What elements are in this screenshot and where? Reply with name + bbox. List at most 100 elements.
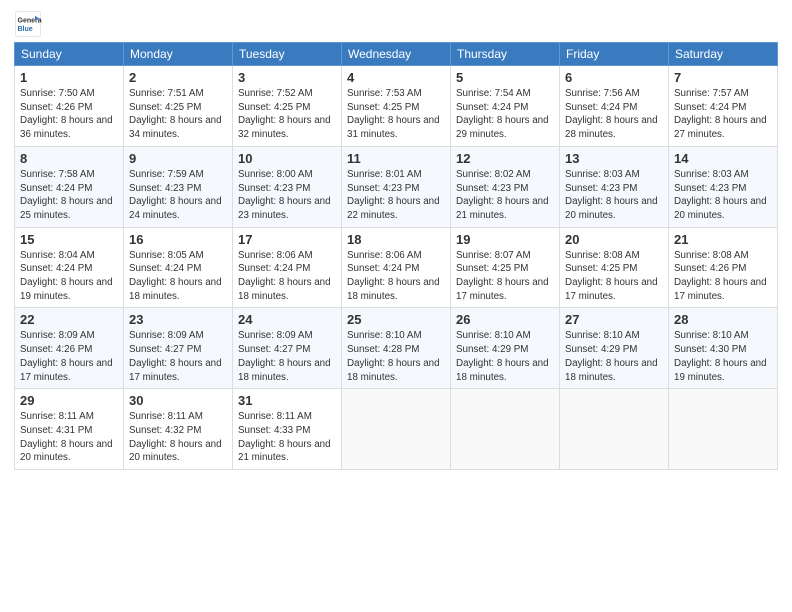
calendar-cell: 27 Sunrise: 8:10 AMSunset: 4:29 PMDayligh…	[560, 308, 669, 389]
day-info: Sunrise: 8:10 AMSunset: 4:29 PMDaylight:…	[456, 329, 554, 384]
calendar-cell: 30 Sunrise: 8:11 AMSunset: 4:32 PMDayligh…	[124, 389, 233, 470]
calendar-cell: 2 Sunrise: 7:51 AMSunset: 4:25 PMDaylight…	[124, 66, 233, 147]
day-number: 1	[20, 70, 118, 85]
calendar-cell: 5 Sunrise: 7:54 AMSunset: 4:24 PMDaylight…	[451, 66, 560, 147]
day-number: 20	[565, 232, 663, 247]
day-number: 24	[238, 312, 336, 327]
day-info: Sunrise: 8:05 AMSunset: 4:24 PMDaylight:…	[129, 249, 227, 304]
calendar-cell: 14 Sunrise: 8:03 AMSunset: 4:23 PMDayligh…	[669, 146, 778, 227]
day-number: 31	[238, 393, 336, 408]
svg-text:Blue: Blue	[18, 26, 33, 33]
day-info: Sunrise: 7:52 AMSunset: 4:25 PMDaylight:…	[238, 87, 336, 142]
day-header-sunday: Sunday	[15, 43, 124, 66]
calendar-cell: 19 Sunrise: 8:07 AMSunset: 4:25 PMDayligh…	[451, 227, 560, 308]
calendar-cell: 6 Sunrise: 7:56 AMSunset: 4:24 PMDaylight…	[560, 66, 669, 147]
day-info: Sunrise: 8:04 AMSunset: 4:24 PMDaylight:…	[20, 249, 118, 304]
calendar-cell: 28 Sunrise: 8:10 AMSunset: 4:30 PMDayligh…	[669, 308, 778, 389]
header: General Blue	[14, 10, 778, 38]
day-info: Sunrise: 8:11 AMSunset: 4:32 PMDaylight:…	[129, 410, 227, 465]
day-number: 17	[238, 232, 336, 247]
logo: General Blue	[14, 10, 42, 38]
day-info: Sunrise: 8:08 AMSunset: 4:25 PMDaylight:…	[565, 249, 663, 304]
calendar-cell: 17 Sunrise: 8:06 AMSunset: 4:24 PMDayligh…	[233, 227, 342, 308]
calendar-cell: 21 Sunrise: 8:08 AMSunset: 4:26 PMDayligh…	[669, 227, 778, 308]
calendar-cell	[669, 389, 778, 470]
day-number: 2	[129, 70, 227, 85]
calendar-week-4: 22Sunrise: 8:09 AMSunset: 4:26 PMDayligh…	[15, 308, 778, 389]
day-info: Sunrise: 8:06 AMSunset: 4:24 PMDaylight:…	[238, 249, 336, 304]
day-info: Sunrise: 8:06 AMSunset: 4:24 PMDaylight:…	[347, 249, 445, 304]
day-number: 29	[20, 393, 118, 408]
calendar-week-2: 8 Sunrise: 7:58 AMSunset: 4:24 PMDaylight…	[15, 146, 778, 227]
day-number: 28	[674, 312, 772, 327]
day-number: 5	[456, 70, 554, 85]
day-info: Sunrise: 7:56 AMSunset: 4:24 PMDaylight:…	[565, 87, 663, 142]
calendar-cell: 25 Sunrise: 8:10 AMSunset: 4:28 PMDayligh…	[342, 308, 451, 389]
calendar-cell: 12 Sunrise: 8:02 AMSunset: 4:23 PMDayligh…	[451, 146, 560, 227]
day-info: Sunrise: 8:03 AMSunset: 4:23 PMDaylight:…	[674, 168, 772, 223]
day-info: Sunrise: 7:58 AMSunset: 4:24 PMDaylight:…	[20, 168, 118, 223]
calendar-cell	[451, 389, 560, 470]
logo-icon: General Blue	[14, 10, 42, 38]
calendar-cell	[560, 389, 669, 470]
day-number: 25	[347, 312, 445, 327]
day-number: 8	[20, 151, 118, 166]
day-info: Sunrise: 8:11 AMSunset: 4:33 PMDaylight:…	[238, 410, 336, 465]
calendar-cell: 16Sunrise: 8:05 AMSunset: 4:24 PMDayligh…	[124, 227, 233, 308]
day-info: Sunrise: 8:09 AMSunset: 4:27 PMDaylight:…	[129, 329, 227, 384]
day-info: Sunrise: 8:09 AMSunset: 4:26 PMDaylight:…	[20, 329, 118, 384]
calendar-table: SundayMondayTuesdayWednesdayThursdayFrid…	[14, 42, 778, 470]
day-info: Sunrise: 7:59 AMSunset: 4:23 PMDaylight:…	[129, 168, 227, 223]
day-header-saturday: Saturday	[669, 43, 778, 66]
day-number: 21	[674, 232, 772, 247]
day-info: Sunrise: 8:10 AMSunset: 4:28 PMDaylight:…	[347, 329, 445, 384]
day-number: 23	[129, 312, 227, 327]
day-number: 19	[456, 232, 554, 247]
calendar-cell: 18Sunrise: 8:06 AMSunset: 4:24 PMDayligh…	[342, 227, 451, 308]
calendar-cell: 11Sunrise: 8:01 AMSunset: 4:23 PMDayligh…	[342, 146, 451, 227]
day-info: Sunrise: 7:57 AMSunset: 4:24 PMDaylight:…	[674, 87, 772, 142]
day-number: 12	[456, 151, 554, 166]
calendar-cell: 7 Sunrise: 7:57 AMSunset: 4:24 PMDaylight…	[669, 66, 778, 147]
day-header-monday: Monday	[124, 43, 233, 66]
day-number: 10	[238, 151, 336, 166]
calendar-cell: 29Sunrise: 8:11 AMSunset: 4:31 PMDayligh…	[15, 389, 124, 470]
day-info: Sunrise: 8:10 AMSunset: 4:30 PMDaylight:…	[674, 329, 772, 384]
calendar-cell: 15 Sunrise: 8:04 AMSunset: 4:24 PMDayligh…	[15, 227, 124, 308]
day-number: 6	[565, 70, 663, 85]
day-info: Sunrise: 7:53 AMSunset: 4:25 PMDaylight:…	[347, 87, 445, 142]
calendar-cell: 20 Sunrise: 8:08 AMSunset: 4:25 PMDayligh…	[560, 227, 669, 308]
day-info: Sunrise: 8:08 AMSunset: 4:26 PMDaylight:…	[674, 249, 772, 304]
day-number: 15	[20, 232, 118, 247]
day-info: Sunrise: 7:54 AMSunset: 4:24 PMDaylight:…	[456, 87, 554, 142]
day-number: 7	[674, 70, 772, 85]
calendar-cell: 23 Sunrise: 8:09 AMSunset: 4:27 PMDayligh…	[124, 308, 233, 389]
day-number: 9	[129, 151, 227, 166]
day-number: 4	[347, 70, 445, 85]
day-header-wednesday: Wednesday	[342, 43, 451, 66]
day-info: Sunrise: 8:09 AMSunset: 4:27 PMDaylight:…	[238, 329, 336, 384]
day-info: Sunrise: 8:01 AMSunset: 4:23 PMDaylight:…	[347, 168, 445, 223]
calendar-cell: 4 Sunrise: 7:53 AMSunset: 4:25 PMDaylight…	[342, 66, 451, 147]
day-number: 30	[129, 393, 227, 408]
day-info: Sunrise: 7:51 AMSunset: 4:25 PMDaylight:…	[129, 87, 227, 142]
day-info: Sunrise: 8:10 AMSunset: 4:29 PMDaylight:…	[565, 329, 663, 384]
page-container: General Blue SundayMondayTuesdayWednesda…	[0, 0, 792, 476]
calendar-cell: 1 Sunrise: 7:50 AMSunset: 4:26 PMDaylight…	[15, 66, 124, 147]
calendar-cell: 24 Sunrise: 8:09 AMSunset: 4:27 PMDayligh…	[233, 308, 342, 389]
day-number: 27	[565, 312, 663, 327]
calendar-week-1: 1 Sunrise: 7:50 AMSunset: 4:26 PMDaylight…	[15, 66, 778, 147]
calendar-cell: 26Sunrise: 8:10 AMSunset: 4:29 PMDayligh…	[451, 308, 560, 389]
day-header-tuesday: Tuesday	[233, 43, 342, 66]
calendar-cell: 9 Sunrise: 7:59 AMSunset: 4:23 PMDaylight…	[124, 146, 233, 227]
day-info: Sunrise: 7:50 AMSunset: 4:26 PMDaylight:…	[20, 87, 118, 142]
calendar-cell	[342, 389, 451, 470]
day-info: Sunrise: 8:02 AMSunset: 4:23 PMDaylight:…	[456, 168, 554, 223]
day-number: 14	[674, 151, 772, 166]
calendar-cell: 8 Sunrise: 7:58 AMSunset: 4:24 PMDaylight…	[15, 146, 124, 227]
day-info: Sunrise: 8:07 AMSunset: 4:25 PMDaylight:…	[456, 249, 554, 304]
calendar-cell: 13Sunrise: 8:03 AMSunset: 4:23 PMDayligh…	[560, 146, 669, 227]
day-number: 13	[565, 151, 663, 166]
day-header-thursday: Thursday	[451, 43, 560, 66]
calendar-week-5: 29Sunrise: 8:11 AMSunset: 4:31 PMDayligh…	[15, 389, 778, 470]
